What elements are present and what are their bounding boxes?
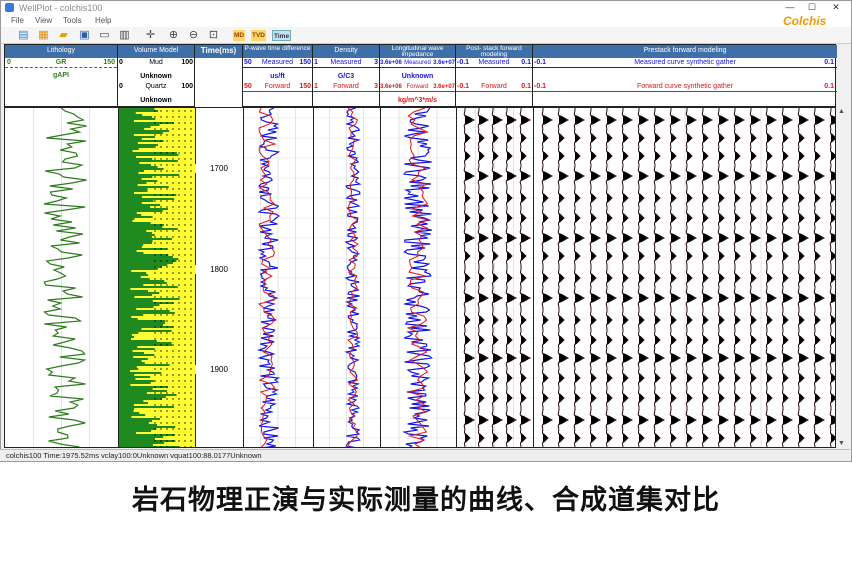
impedance-unit-top: Unknown — [401, 73, 434, 80]
zoom-out-icon[interactable]: ⊖ — [187, 29, 200, 42]
md-button[interactable]: MD — [233, 30, 246, 41]
density-max: 3 — [374, 59, 378, 66]
print-icon[interactable]: ▭ — [98, 29, 111, 42]
volume-title: Volume Model — [118, 45, 194, 58]
toolbar: ▤ ▦ ▰ ▣ ▭ ▥ ✛ ⊕ ⊖ ⊡ MD TVD Time — [1, 27, 851, 44]
prestack-forward: Forward curve synthetic gather — [636, 83, 734, 90]
save-icon[interactable]: ▣ — [78, 29, 91, 42]
log-plot-area[interactable]: 1700 1800 1900 — [4, 107, 836, 448]
vertical-scrollbar[interactable]: ▲ ▼ — [836, 107, 848, 448]
impedance-max: 3.6e+07 — [433, 60, 455, 66]
slide-caption: 岩石物理正演与实际测量的曲线、合成道集对比 — [132, 485, 720, 516]
layout-icon[interactable]: ▥ — [118, 29, 131, 42]
menu-help[interactable]: Help — [95, 16, 111, 26]
menu-tools[interactable]: Tools — [63, 16, 82, 26]
title-bar: WellPlot - colchis100 — ☐ ✕ — [1, 1, 851, 15]
menu-view[interactable]: View — [35, 16, 52, 26]
pwave-unit: us/ft — [270, 73, 285, 80]
impedance-unit: kg/m^3*m/s — [397, 97, 438, 104]
grid-icon[interactable]: ▦ — [37, 29, 50, 42]
depth-label-1700: 1700 — [195, 164, 243, 173]
maximize-button[interactable]: ☐ — [803, 2, 821, 13]
impedance-fwd-max: 3.6e+07 — [433, 84, 455, 90]
poststack-max: 0.1 — [521, 59, 531, 66]
zoom-fit-icon[interactable]: ⊡ — [207, 29, 220, 42]
time-button[interactable]: Time — [272, 30, 292, 41]
close-button[interactable]: ✕ — [827, 2, 845, 13]
mud-max: 100 — [181, 59, 193, 66]
menu-bar: File View Tools Help — [1, 15, 851, 27]
poststack-fwd-max: 0.1 — [521, 83, 531, 90]
scroll-up-icon[interactable]: ▲ — [838, 108, 845, 115]
poststack-track-header[interactable]: Post- stack forward modeling -0.1 Measur… — [456, 45, 533, 108]
open-folder-icon[interactable]: ▰ — [57, 29, 70, 42]
new-file-icon[interactable]: ▤ — [17, 29, 30, 42]
time-title: Time(ms) — [195, 45, 242, 58]
brand-logo: Colchis — [783, 14, 827, 28]
impedance-title: Longitudinal wave impedance — [380, 45, 455, 58]
scroll-down-icon[interactable]: ▼ — [838, 440, 845, 447]
window-title: WellPlot - colchis100 — [19, 3, 103, 13]
density-measured: Measured — [330, 59, 362, 66]
pwave-max: 150 — [299, 59, 311, 66]
prestack-title: Prestack forward modeling — [533, 45, 837, 58]
lithology-track-header[interactable]: Lithology 0 GR 150 gAPI — [5, 45, 118, 108]
pwave-track-header[interactable]: P-wave time difference 50 Measured 150 u… — [243, 45, 313, 108]
zoom-in-icon[interactable]: ⊕ — [167, 29, 180, 42]
density-track-header[interactable]: Density 1 Measured 3 G/C3 1 Forward 3 — [313, 45, 380, 108]
gr-curve-name: GR — [55, 59, 67, 66]
pwave-title: P-wave time difference — [243, 45, 312, 58]
prestack-fwd-max: 0.1 — [824, 83, 834, 90]
quartz-max: 100 — [181, 83, 193, 90]
gr-curve — [42, 108, 87, 447]
depth-label-1800: 1800 — [195, 265, 243, 274]
crosshair-icon[interactable]: ✛ — [144, 29, 157, 42]
gr-unit: gAPI — [53, 72, 69, 79]
density-forward: Forward — [333, 83, 359, 90]
density-title: Density — [313, 45, 379, 58]
menu-file[interactable]: File — [11, 16, 24, 26]
density-unit: G/C3 — [337, 73, 355, 80]
mud-unit: Unknown — [140, 73, 172, 80]
prestack-max: 0.1 — [824, 59, 834, 66]
quartz-unit: Unknown — [140, 97, 172, 104]
time-track-header[interactable]: Time(ms) — [195, 45, 243, 108]
track-header-area: Lithology 0 GR 150 gAPI Volume Model 0 M… — [4, 44, 837, 108]
log-curves-canvas[interactable] — [5, 108, 836, 448]
prestack-track-header[interactable]: Prestack forward modeling -0.1 Measured … — [533, 45, 837, 108]
impedance-track-header[interactable]: Longitudinal wave impedance 3.6e+06 Meas… — [380, 45, 456, 108]
minimize-button[interactable]: — — [781, 2, 799, 13]
poststack-title: Post- stack forward modeling — [456, 45, 532, 58]
tvd-button[interactable]: TVD — [251, 30, 266, 41]
volume-track-header[interactable]: Volume Model 0 Mud 100 Unknown 0 Quartz … — [118, 45, 195, 108]
prestack-measured: Measured curve synthetic gather — [634, 59, 736, 66]
depth-label-1900: 1900 — [195, 365, 243, 374]
gr-max: 150 — [103, 59, 115, 66]
lithology-title: Lithology — [5, 45, 117, 58]
app-icon — [5, 3, 14, 12]
pwave-fwd-max: 150 — [299, 83, 311, 90]
status-bar: colchis100 Time:1975.52ms vclay100:0Unkn… — [0, 449, 850, 461]
density-fwd-max: 3 — [374, 83, 378, 90]
